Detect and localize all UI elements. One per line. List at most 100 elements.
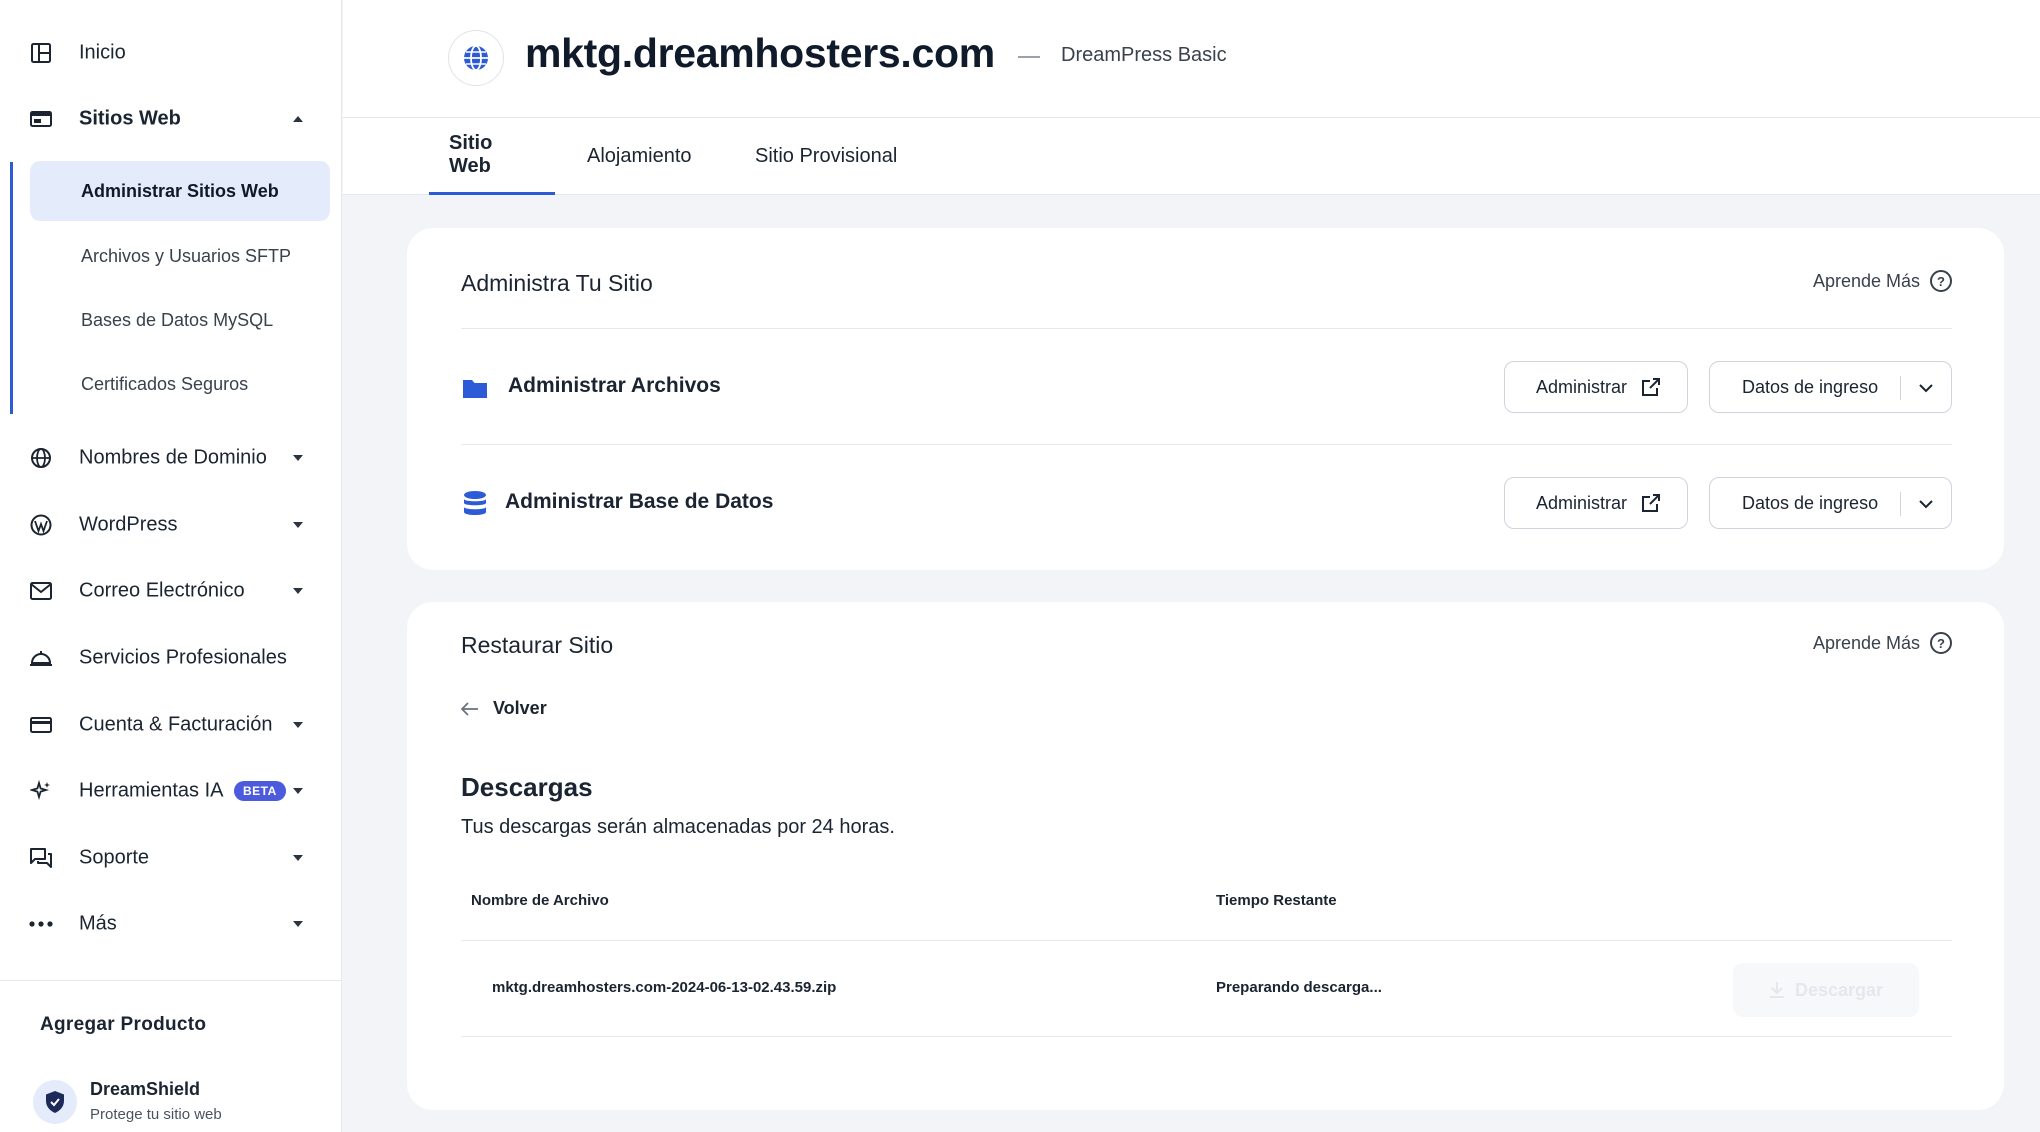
browser-window-icon [28, 106, 54, 132]
divider [461, 328, 1952, 329]
chevron-down-icon [293, 722, 303, 728]
sidebar-item-label: Servicios Profesionales [79, 646, 287, 669]
site-globe-icon [448, 30, 504, 86]
sidebar: Inicio Sitios Web Administrar Sitios Web… [0, 0, 342, 1132]
learn-more-link[interactable]: Aprende Más ? [1813, 270, 1952, 292]
dreamshield-name[interactable]: DreamShield [90, 1079, 200, 1100]
plan-name: DreamPress Basic [1061, 44, 1227, 66]
tab-sitio-provisional[interactable]: Sitio Provisional [735, 118, 917, 195]
tab-sitio-web[interactable]: Sitio Web [429, 118, 555, 195]
learn-more-label: Aprende Más [1812, 270, 1920, 291]
sidebar-item-soporte[interactable]: Soporte [0, 830, 342, 886]
table-header-divider [461, 940, 1952, 941]
chevron-down-icon [293, 788, 303, 794]
sidebar-item-sitios-web[interactable]: Sitios Web [0, 91, 342, 147]
credit-card-icon [28, 712, 54, 738]
learn-more-label: Aprende Más [1812, 632, 1920, 653]
sidebar-item-label: Herramientas IA [79, 779, 224, 802]
submenu-rail [10, 162, 13, 414]
divider [461, 444, 1952, 445]
tab-bar: Sitio Web Alojamiento Sitio Provisional [343, 118, 2040, 195]
chevron-up-icon [293, 116, 303, 122]
chevron-down-icon [1919, 500, 1933, 509]
download-label: Descargar [1794, 979, 1884, 1000]
sidebar-item-label: Cuenta & Facturación [79, 713, 273, 736]
chevron-down-icon [293, 921, 303, 927]
page-title: mktg.dreamhosters.com [525, 30, 995, 76]
downloads-description: Tus descargas serán almacenadas por 24 h… [461, 816, 895, 838]
download-icon [1769, 982, 1784, 998]
sidebar-item-label: Soporte [79, 846, 150, 869]
sidebar-item-label: Nombres de Dominio [79, 446, 267, 469]
chevron-down-icon [293, 855, 303, 861]
help-icon: ? [1930, 632, 1952, 654]
sidebar-item-inicio[interactable]: Inicio [0, 25, 342, 81]
external-link-icon [1642, 378, 1660, 396]
back-link[interactable]: Volver [461, 698, 547, 719]
button-label: Datos de ingreso [1742, 492, 1879, 513]
wordpress-icon [28, 512, 54, 538]
tab-alojamiento[interactable]: Alojamiento [567, 118, 712, 195]
database-login-dropdown[interactable]: Datos de ingreso [1709, 477, 1952, 529]
sidebar-item-wordpress[interactable]: WordPress [0, 497, 342, 553]
card-title: Administra Tu Sitio [461, 270, 653, 296]
sidebar-item-correo[interactable]: Correo Electrónico [0, 563, 342, 619]
globe-icon [28, 445, 54, 471]
chevron-down-icon [293, 588, 303, 594]
more-dots-icon [28, 911, 54, 937]
service-bell-icon [28, 645, 54, 671]
button-label: Administrar [1536, 492, 1628, 513]
sidebar-subitem-sftp[interactable]: Archivos y Usuarios SFTP [30, 226, 330, 286]
button-divider [1900, 376, 1901, 400]
sidebar-item-dominios[interactable]: Nombres de Dominio [0, 430, 342, 486]
sidebar-divider [0, 980, 342, 981]
sidebar-item-label: Correo Electrónico [79, 579, 245, 602]
manage-database-button[interactable]: Administrar [1504, 477, 1688, 529]
sidebar-subitem-administrar-sitios[interactable]: Administrar Sitios Web [30, 161, 330, 221]
row-label-files: Administrar Archivos [508, 374, 721, 397]
restore-site-card: Restaurar Sitio Aprende Más ? Volver Des… [407, 602, 2004, 1110]
downloads-title: Descargas [461, 772, 593, 802]
button-divider [1900, 492, 1901, 516]
button-label: Administrar [1536, 376, 1628, 397]
row-label-database: Administrar Base de Datos [505, 490, 774, 513]
database-icon [461, 490, 489, 518]
chevron-down-icon [1919, 384, 1933, 393]
chat-bubbles-icon [28, 845, 54, 871]
sidebar-item-servicios[interactable]: Servicios Profesionales [0, 630, 342, 686]
back-label: Volver [493, 698, 547, 718]
card-title: Restaurar Sitio [461, 632, 614, 658]
download-button[interactable]: Descargar [1733, 963, 1919, 1017]
sidebar-item-label: Más [79, 912, 117, 935]
button-label: Datos de ingreso [1742, 376, 1879, 397]
sidebar-item-label: Inicio [79, 41, 126, 64]
column-header-filename: Nombre de Archivo [471, 892, 609, 909]
add-product-heading: Agregar Producto [40, 1014, 207, 1035]
table-row-divider [461, 1036, 1952, 1037]
help-icon: ? [1930, 270, 1952, 292]
sidebar-item-herramientas-ia[interactable]: Herramientas IA BETA [0, 763, 342, 819]
file-name: mktg.dreamhosters.com-2024-06-13-02.43.5… [492, 979, 837, 996]
manage-files-button[interactable]: Administrar [1504, 361, 1688, 413]
sidebar-subitem-mysql[interactable]: Bases de Datos MySQL [30, 290, 330, 350]
sidebar-item-mas[interactable]: Más [0, 896, 342, 952]
dreamshield-subtitle: Protege tu sitio web [90, 1106, 222, 1123]
learn-more-link[interactable]: Aprende Más ? [1813, 632, 1952, 654]
chevron-down-icon [293, 455, 303, 461]
arrow-left-icon [461, 701, 478, 716]
sidebar-subitem-certificados[interactable]: Certificados Seguros [30, 354, 330, 414]
title-separator [1018, 56, 1040, 58]
dashboard-icon [28, 40, 54, 66]
folder-icon [461, 374, 489, 402]
sidebar-item-label: Sitios Web [79, 107, 181, 130]
chevron-down-icon [293, 522, 303, 528]
file-status: Preparando descarga... [1216, 979, 1382, 996]
beta-badge: BETA [234, 781, 286, 801]
manage-site-card: Administra Tu Sitio Aprende Más ? Admini… [407, 228, 2004, 570]
sidebar-item-label: WordPress [79, 513, 178, 536]
shield-icon[interactable] [33, 1080, 77, 1124]
sidebar-item-cuenta[interactable]: Cuenta & Facturación [0, 697, 342, 753]
files-login-dropdown[interactable]: Datos de ingreso [1709, 361, 1952, 413]
column-header-time-left: Tiempo Restante [1216, 892, 1337, 909]
external-link-icon [1642, 494, 1660, 512]
